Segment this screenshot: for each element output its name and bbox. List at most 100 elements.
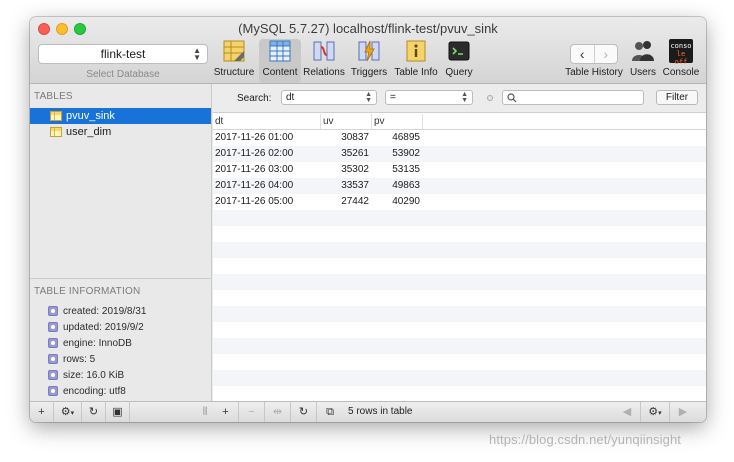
triggers-button[interactable]: Triggers	[348, 39, 390, 83]
filter-option-icon[interactable]	[487, 95, 493, 101]
cell-uv[interactable]: 33537	[321, 178, 372, 194]
cell-pv[interactable]: 46895	[372, 130, 423, 146]
gear-icon[interactable]: ⚙▾	[640, 402, 670, 422]
chevron-left-icon[interactable]: ‹	[571, 45, 594, 63]
database-select[interactable]: flink-test ▲ ▼	[38, 44, 208, 64]
table-name: user_dim	[66, 126, 112, 138]
refresh-icon[interactable]: ↻	[82, 402, 106, 422]
chevron-updown-icon: ▲ ▼	[365, 91, 372, 104]
info-bullet-icon	[48, 322, 58, 332]
toggle-filter-icon[interactable]: ▣	[106, 402, 130, 422]
console-icon: conso le off	[669, 39, 693, 66]
table-row[interactable]: 2017-11-26 01:00 30837 46895	[213, 130, 706, 146]
users-label: Users	[629, 67, 657, 78]
empty-row	[213, 370, 706, 386]
structure-icon	[223, 40, 245, 62]
cell-uv[interactable]: 35302	[321, 162, 372, 178]
empty-row	[213, 322, 706, 338]
add-table-button[interactable]: +	[30, 402, 54, 422]
info-bullet-icon	[48, 370, 58, 380]
info-bullet-icon	[48, 338, 58, 348]
app-window: (MySQL 5.7.27) localhost/flink-test/pvuv…	[30, 17, 706, 422]
cell-pv[interactable]: 40290	[372, 194, 423, 210]
cell-uv[interactable]: 35261	[321, 146, 372, 162]
database-select-value: flink-test	[100, 47, 146, 61]
empty-row	[213, 386, 706, 401]
triggers-label: Triggers	[350, 67, 388, 78]
cell-pv[interactable]: 53902	[372, 146, 423, 162]
table-row[interactable]: 2017-11-26 04:00 33537 49863	[213, 178, 706, 194]
cell-pv[interactable]: 53135	[372, 162, 423, 178]
sidebar-item-pvuv-sink[interactable]: pvuv_sink	[30, 108, 211, 124]
console-label: Console	[662, 67, 700, 78]
relations-icon	[313, 41, 335, 61]
search-input[interactable]	[502, 90, 644, 105]
info-bullet-icon	[48, 306, 58, 316]
filter-button[interactable]: Filter	[656, 90, 698, 105]
cell-pv[interactable]: 49863	[372, 178, 423, 194]
empty-row	[213, 274, 706, 290]
prev-page-icon[interactable]: ◀	[616, 402, 638, 422]
row-count-status: 5 rows in table	[348, 406, 413, 417]
duplicate-row-icon[interactable]: ⇹	[265, 402, 291, 422]
table-row[interactable]: 2017-11-26 05:00 27442 40290	[213, 194, 706, 210]
column-header-uv[interactable]: uv	[321, 114, 372, 129]
sidebar-item-user-dim[interactable]: user_dim	[30, 124, 211, 140]
users-button[interactable]: Users	[626, 39, 660, 83]
window-title: (MySQL 5.7.27) localhost/flink-test/pvuv…	[238, 21, 498, 36]
history-navigation: ‹ ›	[570, 44, 618, 64]
cell-dt[interactable]: 2017-11-26 04:00	[213, 178, 321, 194]
info-rows: rows: 5	[48, 352, 95, 366]
search-field-select[interactable]: dt ▲ ▼	[281, 90, 377, 105]
table-row[interactable]: 2017-11-26 02:00 35261 53902	[213, 146, 706, 162]
search-operator-select[interactable]: = ▲ ▼	[385, 90, 473, 105]
filter-bar: Search: dt ▲ ▼ = ▲ ▼ Filter	[213, 84, 706, 113]
cell-uv[interactable]: 27442	[321, 194, 372, 210]
table-information-header: TABLE INFORMATION	[34, 286, 141, 297]
relations-button[interactable]: Relations	[303, 39, 345, 83]
users-icon	[632, 41, 654, 61]
cell-dt[interactable]: 2017-11-26 03:00	[213, 162, 321, 178]
table-info-button[interactable]: Table Info	[392, 39, 440, 83]
grid-header: dt uv pv	[213, 114, 706, 130]
add-row-button[interactable]: +	[213, 402, 239, 422]
structure-label: Structure	[213, 67, 255, 78]
empty-row	[213, 290, 706, 306]
content-button[interactable]: Content	[259, 39, 301, 83]
resize-handle-icon[interactable]: ⦀	[198, 402, 212, 422]
info-updated: updated: 2019/9/2	[48, 320, 144, 334]
cell-dt[interactable]: 2017-11-26 05:00	[213, 194, 321, 210]
copy-icon[interactable]: ⧉	[317, 402, 343, 422]
empty-row	[213, 354, 706, 370]
chevron-updown-icon: ▲ ▼	[193, 46, 201, 62]
structure-button[interactable]: Structure	[212, 39, 256, 83]
empty-row	[213, 242, 706, 258]
info-bullet-icon	[48, 386, 58, 396]
cell-dt[interactable]: 2017-11-26 02:00	[213, 146, 321, 162]
next-page-icon[interactable]: ▶	[672, 402, 694, 422]
table-history-label-wrap: Table History	[563, 67, 625, 81]
cell-dt[interactable]: 2017-11-26 01:00	[213, 130, 321, 146]
data-grid: dt uv pv 2017-11-26 01:00 30837 46895 20…	[213, 114, 706, 401]
cell-uv[interactable]: 30837	[321, 130, 372, 146]
info-engine: engine: InnoDB	[48, 336, 132, 350]
select-database-label: Select Database	[86, 69, 160, 80]
query-button[interactable]: Query	[441, 39, 477, 83]
terminal-icon	[448, 41, 470, 61]
chevron-right-icon[interactable]: ›	[593, 45, 618, 63]
empty-row	[213, 338, 706, 354]
query-label: Query	[445, 67, 473, 78]
console-button[interactable]: conso le off Console	[661, 39, 701, 83]
gear-icon[interactable]: ⚙▾	[54, 402, 82, 422]
empty-row	[213, 226, 706, 242]
refresh-icon[interactable]: ↻	[291, 402, 317, 422]
column-header-dt[interactable]: dt	[213, 114, 321, 129]
table-row[interactable]: 2017-11-26 03:00 35302 53135	[213, 162, 706, 178]
sidebar-divider[interactable]	[30, 278, 211, 279]
info-encoding: encoding: utf8	[48, 384, 126, 398]
search-label: Search:	[237, 93, 272, 104]
remove-row-button[interactable]: −	[239, 402, 265, 422]
content-label: Content	[262, 67, 298, 78]
column-header-pv[interactable]: pv	[372, 114, 423, 129]
empty-row	[213, 258, 706, 274]
